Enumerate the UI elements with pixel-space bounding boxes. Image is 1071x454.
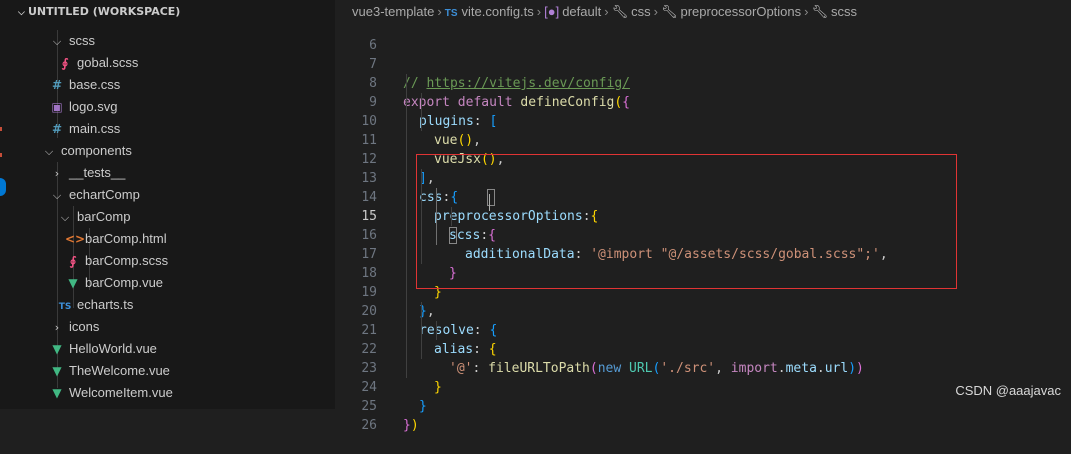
code-line: 11 vueJsx(),: [335, 112, 1071, 167]
chevron-right-icon: ›: [54, 167, 60, 180]
chevron-down-icon: ⌵: [60, 211, 70, 224]
activity-bar: [0, 0, 13, 409]
css-file-icon: #: [51, 78, 63, 92]
code-line: 9 plugins: [: [335, 74, 1071, 129]
explorer-item-label: __tests__: [69, 165, 126, 180]
code-line: 10 vue(),: [335, 93, 1071, 148]
indent-guide: [421, 93, 422, 131]
vue-file-icon: ▼: [52, 386, 62, 400]
explorer-file-base-css[interactable]: # base.css: [13, 74, 335, 96]
scss-file-icon: ∮: [61, 56, 69, 70]
chevron-right-icon: ›: [54, 321, 60, 334]
ts-file-icon: TS: [58, 302, 72, 312]
vue-file-icon: ▼: [52, 364, 62, 378]
indent-guide: [421, 302, 422, 359]
explorer-file-barcomp-html[interactable]: <>barComp.html: [13, 228, 335, 250]
explorer-sidebar: ⌵ UNTITLED (WORKSPACE) ⌵ scss ∮ gobal.scss …: [13, 0, 335, 409]
explorer-item-label: components: [61, 143, 132, 158]
svg-file-icon: ▣: [51, 100, 63, 114]
explorer-item-label: HelloWorld.vue: [69, 341, 157, 356]
code-line: 12 ],: [335, 131, 1071, 186]
code-line: 23 }: [335, 340, 1071, 395]
chevron-down-icon: ⌵: [44, 145, 54, 158]
code-token: }: [403, 418, 411, 433]
explorer-item-label: barComp.scss: [85, 253, 169, 268]
explorer-folder-scss[interactable]: ⌵ scss: [13, 30, 335, 52]
explorer-file-echarts-ts[interactable]: TS echarts.ts: [13, 294, 335, 316]
chevron-down-icon: ⌵: [18, 8, 25, 18]
code-line: 24 }: [335, 359, 1071, 414]
explorer-item-label: scss: [69, 33, 95, 48]
workspace-title: UNTITLED (WORKSPACE): [28, 5, 181, 18]
code-line: 22 '@': fileURLToPath(new URL('./src', i…: [335, 321, 1071, 376]
annotation-highlight-box: [416, 154, 957, 289]
indent-guide: [436, 321, 437, 340]
workspace-header[interactable]: ⌵ UNTITLED (WORKSPACE): [13, 0, 335, 24]
explorer-file-helloworld-vue[interactable]: ▼ HelloWorld.vue: [13, 338, 335, 360]
explorer-folder-icons[interactable]: › icons: [13, 316, 335, 338]
code-token: ): [410, 418, 419, 433]
explorer-item-label: main.css: [69, 121, 121, 136]
watermark: CSDN @aaajavac: [955, 383, 1061, 398]
explorer-folder-echartcomp[interactable]: ⌵ echartComp: [13, 184, 335, 206]
explorer-item-label: gobal.scss: [77, 55, 139, 70]
explorer-item-label: WelcomeItem.vue: [69, 385, 173, 400]
css-file-icon: #: [51, 122, 63, 136]
explorer-item-label: barComp.html: [85, 231, 167, 246]
explorer-file-main-css[interactable]: # main.css: [13, 118, 335, 140]
explorer-item-label: echarts.ts: [77, 297, 134, 312]
chevron-down-icon: ⌵: [52, 35, 62, 48]
chevron-down-icon: ⌵: [52, 189, 62, 202]
activity-badge[interactable]: [0, 178, 6, 196]
explorer-file-thewelcome-vue[interactable]: ▼ TheWelcome.vue: [13, 360, 335, 382]
code-line: 7 // https://vitejs.dev/config/: [335, 36, 1071, 91]
explorer-folder-components[interactable]: ⌵ components: [13, 140, 335, 162]
explorer-item-label: barComp: [77, 209, 131, 224]
explorer-file-barcomp-scss[interactable]: ∮ barComp.scss: [13, 250, 335, 272]
scss-file-icon: ∮: [69, 254, 77, 268]
scm-change-marker: [0, 153, 2, 157]
indent-guide: [406, 74, 407, 378]
html-file-icon: <>: [65, 232, 86, 246]
explorer-file-logo-svg[interactable]: ▣ logo.svg: [13, 96, 335, 118]
vue-file-icon: ▼: [68, 276, 78, 290]
explorer-folder-tests[interactable]: › __tests__: [13, 162, 335, 184]
code-line: 6: [335, 17, 1071, 53]
line-number: 26: [361, 418, 377, 433]
explorer-item-label: echartComp: [69, 187, 140, 202]
explorer-file-barcomp-vue[interactable]: ▼ barComp.vue: [13, 272, 335, 294]
code-line: 21 alias: {: [335, 302, 1071, 357]
explorer-item-label: barComp.vue: [85, 275, 164, 290]
explorer-item-label: logo.svg: [69, 99, 118, 114]
code-line: 8 export default defineConfig({: [335, 55, 1071, 110]
explorer-file-gobal-scss[interactable]: ∮ gobal.scss: [13, 52, 335, 74]
explorer-item-label: icons: [69, 319, 100, 334]
explorer-item-label: base.css: [69, 77, 121, 92]
explorer-folder-barcomp[interactable]: ⌵ barComp: [13, 206, 335, 228]
vue-file-icon: ▼: [52, 342, 62, 356]
code-line: 26: [335, 397, 1071, 433]
explorer-file-welcomeitem-vue[interactable]: ▼ WelcomeItem.vue: [13, 382, 335, 404]
scm-change-marker: [0, 127, 2, 131]
explorer-item-label: TheWelcome.vue: [69, 363, 170, 378]
